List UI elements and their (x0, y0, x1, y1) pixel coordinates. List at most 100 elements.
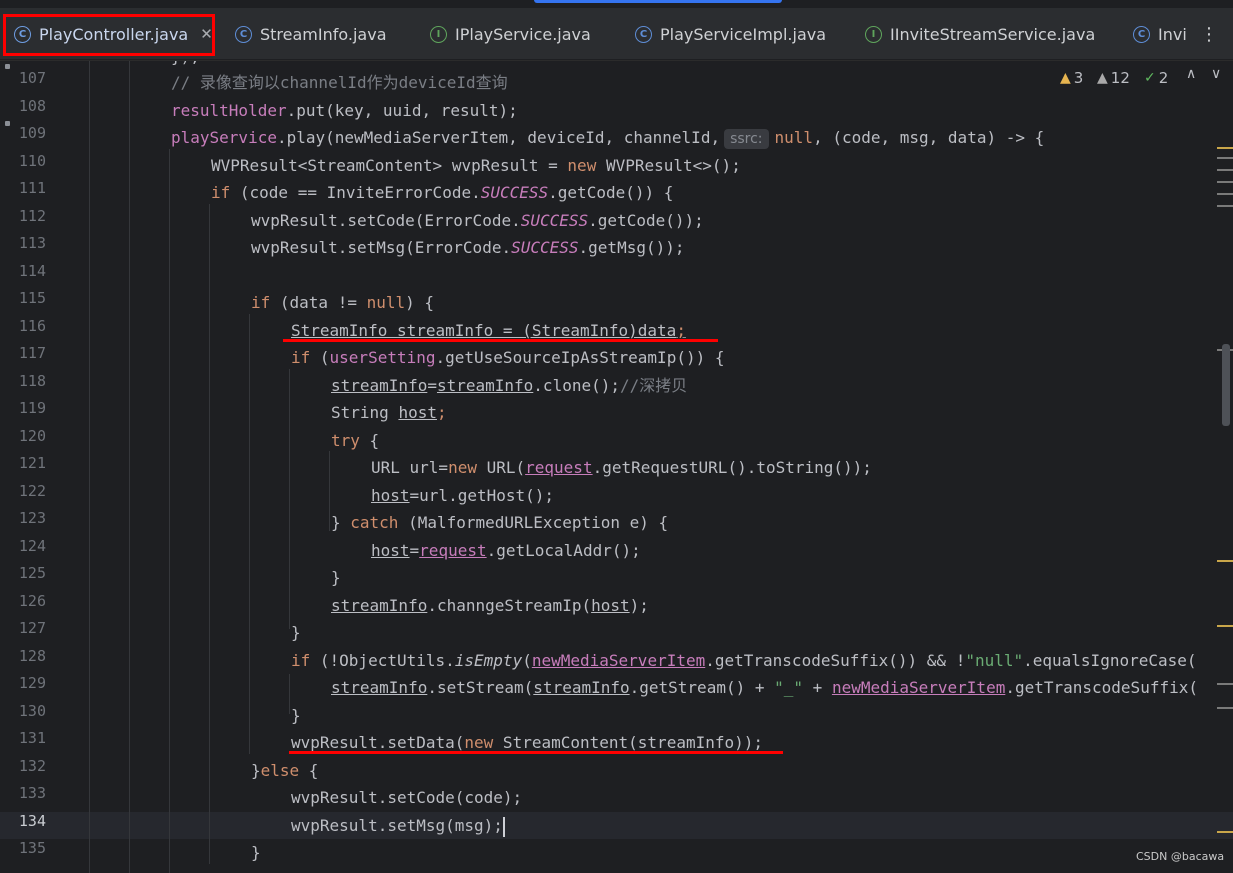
more-tabs-icon[interactable]: ⋮ (1197, 8, 1221, 60)
check-icon: ✓ (1144, 70, 1156, 86)
code-text: .getLocalAddr(); (486, 541, 641, 560)
tab-playserviceimpl[interactable]: C PlayServiceImpl.java (635, 8, 826, 60)
indent-guide (329, 451, 330, 531)
variable-ref: streamInfo (331, 376, 428, 395)
code-text: .getCode()); (588, 211, 704, 230)
keyword: new (448, 458, 477, 477)
code-line: } (291, 619, 301, 646)
current-line-highlight (0, 812, 1233, 839)
tab-label: PlayServiceImpl.java (660, 24, 827, 44)
line-number: 118 (18, 372, 46, 390)
tab-invi-truncated[interactable]: C Invi (1133, 8, 1187, 60)
inspection-warnings[interactable]: ▲ 3 (1060, 66, 1083, 90)
line-number: 124 (18, 537, 46, 555)
indent-guide (169, 149, 170, 873)
constant: SUCCESS (480, 183, 549, 202)
stripe-weak-mark (1217, 683, 1233, 685)
line-number: 133 (18, 784, 46, 802)
interface-icon: I (865, 25, 882, 43)
variable-ref: streamInfo (331, 678, 428, 697)
code-editor[interactable]: 107 108 109 110 111 112 113 114 115 116 … (0, 61, 1233, 873)
code-text: =url.getHost(); (409, 486, 555, 505)
variable-ref: host (371, 486, 410, 505)
code-line: } (331, 564, 341, 591)
code-line: if (code == InviteErrorCode.SUCCESS.getC… (211, 179, 673, 206)
stripe-weak-mark (1217, 181, 1233, 183)
keyword: new (464, 733, 494, 752)
stripe-weak-mark (1217, 205, 1233, 207)
code-text: .equalsIgnoreCase( (1023, 651, 1197, 670)
inspection-ok[interactable]: ✓ 2 (1144, 66, 1168, 90)
code-text: ( (310, 348, 330, 367)
keyword: new (567, 156, 597, 175)
line-number: 129 (18, 674, 46, 692)
code-text: .getRequestURL().toString()); (592, 458, 872, 477)
code-text: WVPResult<>(); (596, 156, 741, 175)
inspection-weak-warnings[interactable]: ▲ 12 (1097, 66, 1130, 90)
code-line: try { (331, 427, 379, 454)
code-text: ( (522, 651, 532, 670)
comment: // 录像查询以channelId作为deviceId查询 (171, 73, 508, 92)
stripe-weak-mark (1217, 157, 1233, 159)
code-text: ); (629, 596, 649, 615)
line-number: 109 (18, 124, 46, 142)
keyword: if (291, 651, 311, 670)
field-ref: request (525, 458, 593, 477)
field-ref: newMediaServerItem (831, 678, 1006, 697)
code-text: wvpResult.setMsg(ErrorCode. (251, 238, 512, 257)
code-text: wvpResult.setCode(code); (291, 788, 523, 807)
interface-icon: I (430, 25, 447, 43)
next-highlight-icon[interactable]: ∨ (1211, 66, 1221, 82)
stripe-weak-mark (1217, 169, 1233, 171)
variable-ref: streamInfo (436, 376, 534, 395)
keyword: if (211, 183, 231, 202)
stripe-weak-mark (1217, 707, 1233, 709)
tab-streaminfo[interactable]: C StreamInfo.java (235, 8, 387, 60)
code-text: } (331, 513, 351, 532)
gutter-marker (5, 121, 10, 126)
class-icon: C (635, 25, 652, 43)
variable-ref: host (398, 403, 437, 422)
keyword: null (366, 293, 406, 312)
code-text: URL url= (371, 458, 449, 477)
weak-warning-count: 12 (1110, 69, 1130, 87)
code-text: .setStream( (427, 678, 534, 697)
keyword: else (260, 761, 300, 780)
tab-iinvitestreamservice[interactable]: I IInviteStreamService.java (865, 8, 1095, 60)
code-text: StreamContent(streamInfo)); (493, 733, 764, 752)
weak-warning-icon: ▲ (1097, 70, 1108, 86)
class-icon: C (1133, 25, 1150, 43)
vertical-scrollbar-thumb[interactable] (1222, 344, 1230, 426)
tab-iplayservice[interactable]: I IPlayService.java (430, 8, 591, 60)
line-number: 117 (18, 344, 46, 362)
code-text: = (427, 376, 437, 395)
code-line: if (!ObjectUtils.isEmpty(newMediaServerI… (291, 647, 1197, 674)
code-line: wvpResult.setMsg(ErrorCode.SUCCESS.getMs… (251, 234, 685, 261)
code-text: { (359, 431, 380, 450)
code-line: URL url=new URL(request.getRequestURL().… (371, 454, 872, 481)
code-text: (data != (270, 293, 367, 312)
code-text: .play(newMediaServerItem, deviceId, chan… (276, 128, 721, 147)
code-text: .getCode()) { (548, 183, 674, 202)
code-text: , (code, msg, data) -> { (813, 128, 1045, 147)
code-line: wvpResult.setMsg(msg); (291, 812, 505, 839)
line-number: 122 (18, 482, 46, 500)
text-caret (502, 816, 505, 837)
code-text: } (291, 706, 301, 725)
keyword: null (774, 128, 814, 147)
code-text: .getMsg()); (578, 238, 685, 257)
indent-guide (129, 61, 130, 873)
line-number: 131 (18, 729, 46, 747)
keyword: catch (350, 513, 399, 532)
code-text: StreamInfo streamInfo = (StreamInfo)data (291, 321, 677, 340)
line-number: 123 (18, 509, 46, 527)
annotation-red-box (3, 14, 215, 56)
code-line: host=url.getHost(); (371, 482, 554, 509)
parameter-hint: ssrc: (724, 129, 769, 149)
line-number-current: 134 (18, 812, 46, 830)
string-literal: "null" (965, 651, 1024, 670)
line-number: 128 (18, 647, 46, 665)
previous-highlight-icon[interactable]: ∧ (1186, 66, 1196, 82)
field-ref: resultHolder (171, 101, 287, 120)
variable-ref: host (591, 596, 630, 615)
